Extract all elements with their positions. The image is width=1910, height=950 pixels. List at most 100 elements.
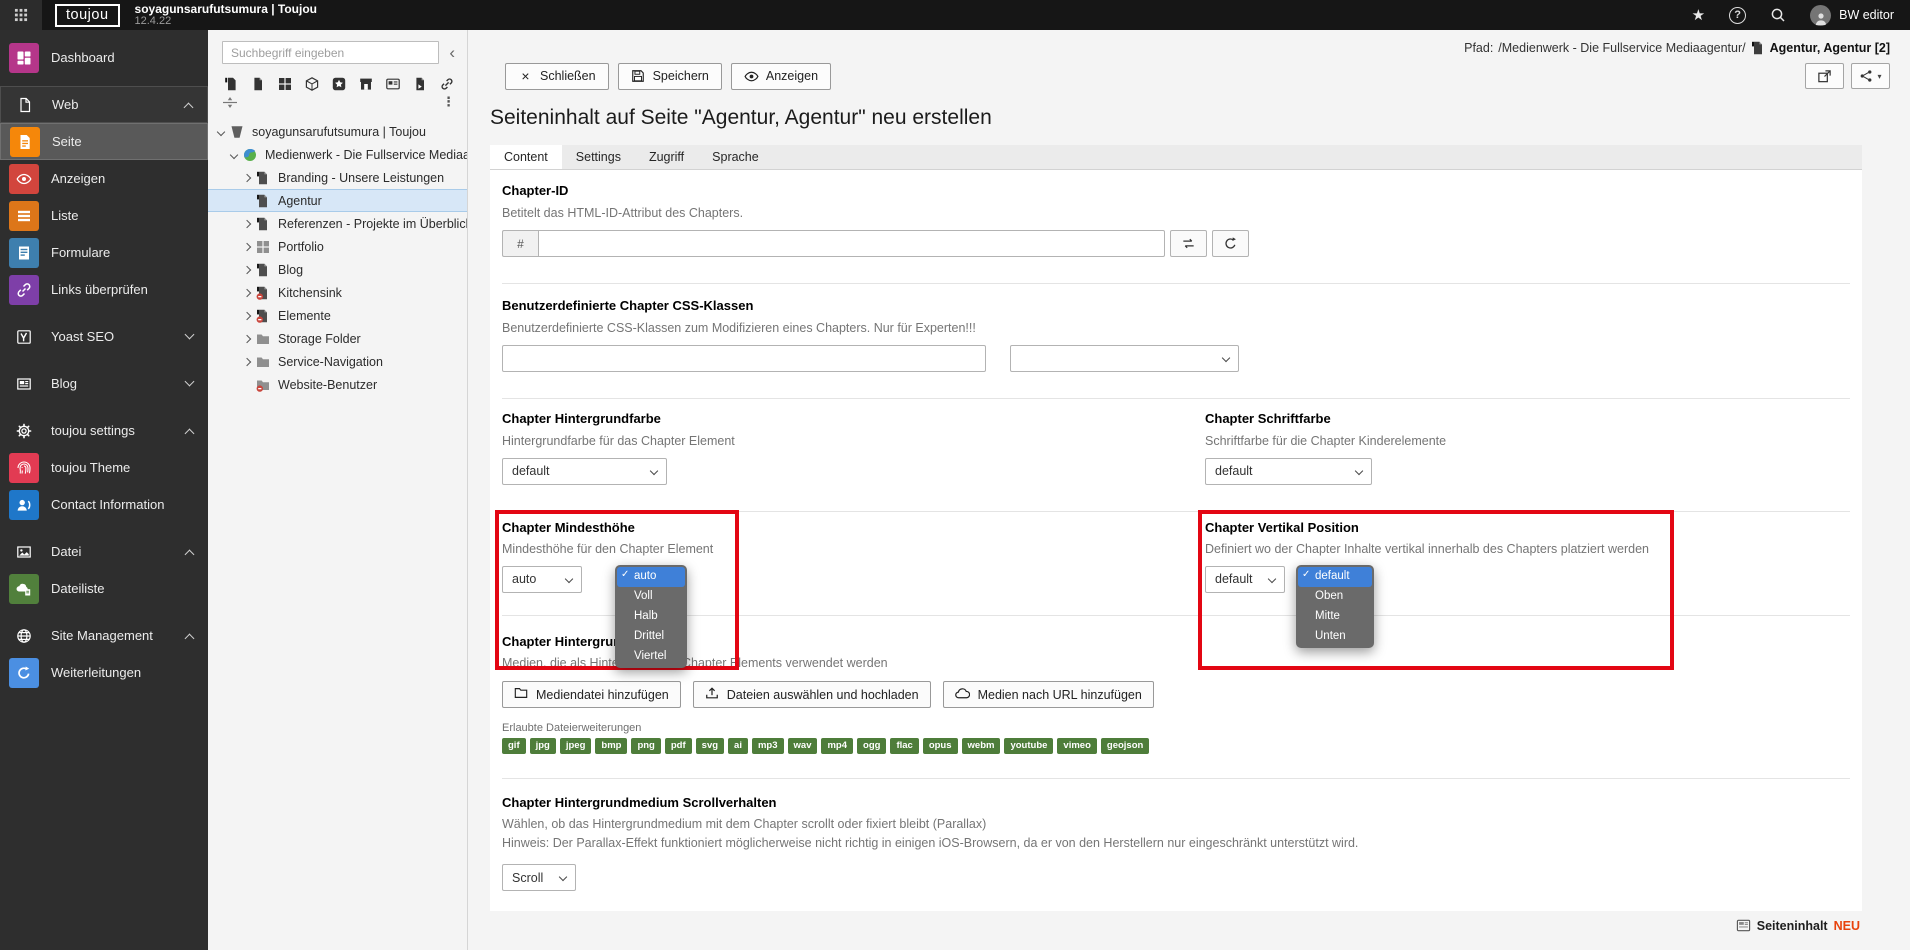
vertical-position-select[interactable]: default: [1205, 566, 1285, 593]
mediendatei-hinzuf-gen-button[interactable]: Mediendatei hinzufügen: [502, 681, 681, 708]
tree-chevron-icon[interactable]: [240, 336, 254, 342]
tabbar: ContentSettingsZugriffSprache: [490, 145, 1862, 170]
tab-settings[interactable]: Settings: [562, 145, 635, 169]
dropdown-option-label: Voll: [634, 590, 653, 602]
dropdown-option-auto[interactable]: ✓auto: [617, 567, 685, 587]
user-menu[interactable]: BW editor: [1810, 5, 1894, 26]
dropdown-option-label: Halb: [634, 610, 658, 622]
page-link-icon[interactable]: [411, 75, 428, 92]
sidebar-item-datei[interactable]: Datei: [0, 533, 208, 570]
tree-chevron-icon[interactable]: [240, 267, 254, 273]
dropdown-option-unten[interactable]: Unten: [1298, 627, 1372, 647]
sidebar-item-blog[interactable]: Blog: [0, 365, 208, 402]
chevron-down-icon: [559, 873, 567, 881]
share-button[interactable]: ▾: [1851, 63, 1890, 89]
sidebar-item-links-berpr-fen[interactable]: Links überprüfen: [0, 271, 208, 308]
sidebar-item-label: Contact Information: [51, 497, 164, 512]
css-classes-input[interactable]: [502, 345, 986, 372]
tree-item-referenzen-projekte-im-berblick[interactable]: Referenzen - Projekte im Überblick: [208, 212, 467, 235]
tree-item-soyagunsarufutsumura-toujou[interactable]: soyagunsarufutsumura | Toujou: [208, 120, 467, 143]
view-webpage-button[interactable]: [1805, 63, 1844, 89]
sidebar-item-toujou-theme[interactable]: toujou Theme: [0, 449, 208, 486]
sidebar-item-dashboard[interactable]: Dashboard: [0, 39, 208, 76]
tab-sprache[interactable]: Sprache: [698, 145, 773, 169]
tree-chevron-icon[interactable]: [240, 221, 254, 227]
tree-chevron-icon[interactable]: [240, 175, 254, 181]
search-icon[interactable]: [1770, 7, 1786, 23]
tab-content[interactable]: Content: [490, 145, 562, 169]
content-grid-icon[interactable]: [277, 75, 294, 92]
dropdown-option-voll[interactable]: Voll: [617, 587, 685, 607]
sidebar-item-weiterleitungen[interactable]: Weiterleitungen: [0, 654, 208, 691]
sidebar-item-dateiliste[interactable]: Dateiliste: [0, 570, 208, 607]
dropdown-option-oben[interactable]: Oben: [1298, 587, 1372, 607]
tree-item-service-navigation[interactable]: Service-Navigation: [208, 350, 467, 373]
tree-item-kitchensink[interactable]: Kitchensink: [208, 281, 467, 304]
toujou-logo[interactable]: toujou: [55, 4, 120, 27]
font-color-select[interactable]: default: [1205, 458, 1372, 485]
sidebar-item-toujou-settings[interactable]: toujou settings: [0, 412, 208, 449]
tree-item-branding-unsere-leistungen[interactable]: Branding - Unsere Leistungen: [208, 166, 467, 189]
sidebar-item-liste[interactable]: Liste: [0, 197, 208, 234]
page-icon: [254, 263, 272, 277]
bg-color-select[interactable]: default: [502, 458, 667, 485]
new-page-icon[interactable]: [223, 75, 240, 92]
tree-item-website-benutzer[interactable]: Website-Benutzer: [208, 373, 467, 396]
special-star-icon[interactable]: [331, 75, 348, 92]
sidebar-item-web[interactable]: Web: [0, 86, 208, 123]
sidebar-item-formulare[interactable]: Formulare: [0, 234, 208, 271]
collapse-tree-icon[interactable]: ‹: [449, 44, 455, 61]
chapter-id-input[interactable]: [538, 230, 1165, 257]
docheader: Pfad: /Medienwerk - Die Fullservice Medi…: [468, 30, 1910, 90]
min-height-select[interactable]: auto: [502, 566, 582, 593]
anzeigen-button[interactable]: Anzeigen: [731, 63, 831, 90]
shop-icon[interactable]: [357, 75, 374, 92]
bookmark-star-icon[interactable]: ★: [1692, 6, 1705, 24]
toolbar-resize-handle[interactable]: [222, 97, 238, 108]
tree-item-elemente[interactable]: Elemente: [208, 304, 467, 327]
tree-chevron-icon[interactable]: [240, 313, 254, 319]
module-menu-toggle-button[interactable]: [0, 0, 42, 30]
css-classes-select[interactable]: [1010, 345, 1239, 372]
tree-search-input[interactable]: [222, 41, 439, 64]
tree-item-portfolio[interactable]: Portfolio: [208, 235, 467, 258]
tree-chevron-icon[interactable]: [227, 152, 241, 158]
scroll-select[interactable]: Scroll: [502, 864, 576, 891]
card-icon[interactable]: [384, 75, 401, 92]
tree-chevron-icon[interactable]: [240, 359, 254, 365]
link-icon[interactable]: [438, 75, 455, 92]
dropdown-option-mitte[interactable]: Mitte: [1298, 607, 1372, 627]
sidebar-item-anzeigen[interactable]: Anzeigen: [0, 160, 208, 197]
sidebar-item-seite[interactable]: Seite: [0, 123, 208, 160]
dropdown-option-viertel[interactable]: Viertel: [617, 646, 685, 666]
tab-zugriff[interactable]: Zugriff: [635, 145, 698, 169]
sidebar-item-label: Site Management: [51, 628, 153, 643]
tree-item-storage-folder[interactable]: Storage Folder: [208, 327, 467, 350]
help-icon[interactable]: ?: [1729, 7, 1746, 24]
regenerate-button[interactable]: [1212, 230, 1249, 257]
page-icon[interactable]: [250, 75, 267, 92]
dropdown-option-drittel[interactable]: Drittel: [617, 627, 685, 647]
breadcrumb-record[interactable]: Agentur, Agentur [2]: [1770, 41, 1890, 55]
medien-nach-url-hinzuf-gen-button[interactable]: Medien nach URL hinzufügen: [943, 681, 1154, 708]
tree-item-agentur[interactable]: Agentur: [208, 189, 467, 212]
sidebar-item-contact-information[interactable]: Contact Information: [0, 486, 208, 523]
dropdown-option-default[interactable]: ✓default: [1298, 567, 1372, 587]
dropdown-option-halb[interactable]: Halb: [617, 607, 685, 627]
tree-chevron-icon[interactable]: [214, 129, 228, 135]
transliteration-button[interactable]: [1170, 230, 1207, 257]
sidebar-item-yoast-seo[interactable]: Yoast SEO: [0, 318, 208, 355]
tree-item-medienwerk-die-fullservice-mediaagentur[interactable]: Medienwerk - Die Fullservice Mediaagentu…: [208, 143, 467, 166]
tree-chevron-icon[interactable]: [240, 290, 254, 296]
record-cube-icon[interactable]: [304, 75, 321, 92]
schlie-en-button[interactable]: ×Schließen: [505, 63, 609, 90]
tree-item-blog[interactable]: Blog: [208, 258, 467, 281]
typo3-backend: toujou soyagunsarufutsumura | Toujou 12.…: [0, 0, 1910, 950]
sidebar-item-site-management[interactable]: Site Management: [0, 617, 208, 654]
tree-chevron-icon[interactable]: [240, 244, 254, 250]
dateien-ausw-hlen-und-hochladen-button[interactable]: Dateien auswählen und hochladen: [693, 681, 931, 708]
extension-badge-ogg: ogg: [857, 738, 886, 754]
tree-more-icon[interactable]: ⋮: [442, 94, 455, 110]
chevron-up-icon: [185, 428, 195, 438]
speichern-button[interactable]: Speichern: [618, 63, 722, 90]
